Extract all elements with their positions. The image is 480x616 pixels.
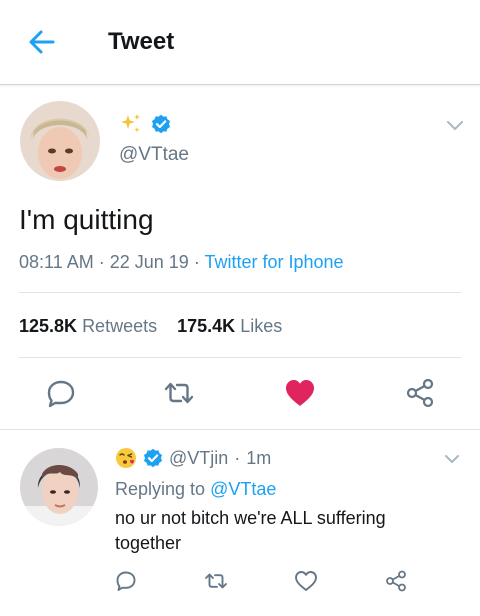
heart-filled-icon (286, 380, 314, 406)
share-icon (386, 570, 406, 592)
reply-age: 1m (246, 447, 272, 468)
retweets-count: 125.8K (19, 316, 78, 336)
retweet-icon (164, 382, 194, 404)
heart-outline-icon (295, 571, 317, 591)
reply-icon (116, 571, 136, 591)
arrow-left-icon (29, 30, 55, 54)
tweet-source-link[interactable]: Twitter for Iphone (205, 252, 344, 272)
meta-separator: · (98, 252, 110, 272)
share-icon (406, 378, 434, 408)
divider (19, 357, 461, 358)
author-name-row[interactable] (119, 112, 171, 136)
replying-to-line: Replying to @VTtae (115, 479, 276, 500)
reply-author-handle[interactable]: @VTjin (169, 448, 228, 469)
app-header: Tweet (0, 0, 480, 85)
likes-count: 175.4K (177, 316, 236, 336)
retweet-button[interactable] (163, 378, 195, 408)
chevron-down-icon (445, 455, 459, 463)
tweet-options-button[interactable] (444, 114, 466, 136)
kissing-face-emoji-icon (116, 448, 136, 468)
reply-share-button[interactable] (385, 570, 407, 592)
replying-to-mention[interactable]: @VTtae (210, 479, 276, 499)
retweets-stat[interactable]: 125.8K Retweets (19, 316, 157, 336)
meta-separator: · (193, 252, 205, 272)
retweets-label: Retweets (82, 316, 158, 336)
tweet-stats: 125.8K Retweets 175.4K Likes (19, 316, 282, 337)
tweet-time: 08:11 AM (19, 252, 94, 272)
reply-options-button[interactable] (442, 449, 462, 469)
share-button[interactable] (405, 378, 435, 408)
back-button[interactable] (26, 26, 58, 58)
meta-separator: · (234, 447, 241, 468)
chevron-down-icon (447, 121, 463, 130)
tweet-meta: 08:11 AM · 22 Jun 19 · Twitter for Iphon… (19, 252, 344, 273)
divider (19, 292, 461, 293)
verified-badge-icon (144, 448, 162, 468)
reply-reply-button[interactable] (115, 570, 137, 592)
sparkles-icon (121, 114, 140, 133)
like-button[interactable] (284, 378, 316, 408)
reply-avatar[interactable] (20, 448, 98, 526)
likes-stat[interactable]: 175.4K Likes (177, 316, 282, 336)
likes-label: Likes (240, 316, 283, 336)
reply-retweet-button[interactable] (204, 570, 228, 592)
reply-text: no ur not bitch we're ALL suffering toge… (115, 508, 386, 553)
replying-prefix: Replying to (115, 479, 206, 499)
reply-button[interactable] (46, 378, 76, 408)
tweet-text: I'm quitting (19, 204, 154, 235)
avatar[interactable] (20, 101, 100, 181)
reply-icon (47, 380, 75, 408)
section-divider (0, 429, 480, 430)
page-title: Tweet (108, 28, 175, 55)
tweet-date: 22 Jun 19 (109, 252, 189, 272)
verified-badge-icon (152, 114, 170, 134)
reply-author-row: @VTjin · 1m (115, 446, 271, 470)
author-handle[interactable]: @VTtae (119, 144, 189, 166)
retweet-icon (205, 573, 227, 589)
reply-like-button[interactable] (294, 570, 318, 592)
